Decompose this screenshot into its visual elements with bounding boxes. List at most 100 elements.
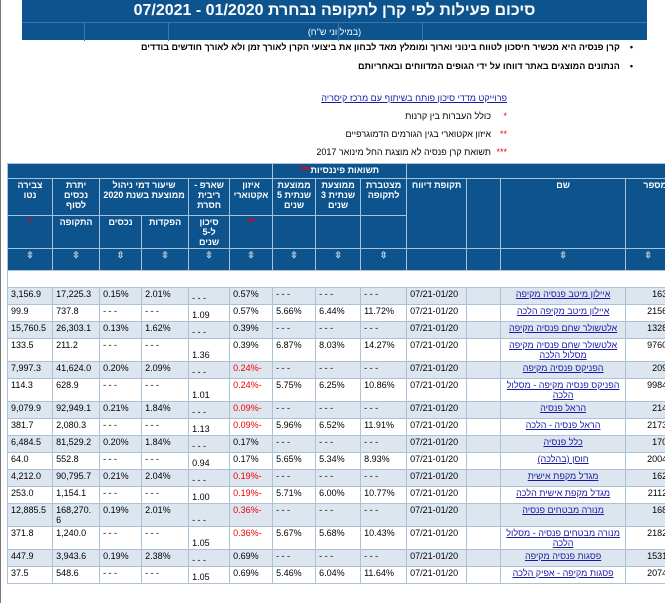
fund-link[interactable]: הפניקס פנסיה מקיפה - מסלול הלכה [507, 380, 620, 400]
fund-link[interactable]: פסגות פנסיה מקיפה [525, 551, 601, 561]
cell-period: 07/21-01/20 [406, 469, 468, 487]
cell-deposits: 2.01% [141, 287, 190, 305]
disclaimer-item: הנתונים המוצגים באתר דווחו על ידי הגופים… [141, 61, 633, 71]
cell-deposits: - - - [141, 418, 190, 436]
fund-link[interactable]: הראל פנסיה [540, 403, 586, 413]
col-name[interactable]: שם [500, 178, 627, 249]
sort-arrows-icon[interactable]: ⇳ [52, 248, 101, 271]
cell-cumulative: 10.86% [360, 378, 408, 402]
fund-link[interactable]: אלטשולר שחם פנסיה מקיפה [509, 323, 617, 333]
col-balance[interactable]: יתרת נכסים לסוף [52, 178, 101, 216]
cell-period: 07/21-01/20 [406, 526, 468, 550]
cell-avg5: - - - [272, 469, 317, 487]
fund-link[interactable]: חוסן (בהלכה) [538, 454, 589, 464]
cell-avg3: 6.25% [315, 378, 362, 402]
sort-arrows-icon[interactable]: ⇳ [360, 248, 408, 271]
table-row: 2112 מגדל מקפת אישית הלכה 07/21-01/20 10.77… [6, 486, 665, 504]
cell-assets: 0.21% [99, 401, 143, 419]
sort-arrows-icon[interactable]: ⇳ [500, 248, 627, 271]
cell-assets: - - - [99, 486, 143, 504]
cell-name: פסגות מקיפה - אפיק הלכה [500, 566, 627, 584]
fund-link[interactable]: פסגות מקיפה - אפיק הלכה [513, 568, 614, 578]
fund-link[interactable]: אלטשולר שחם פנסיה מקיפה מסלול הלכה [509, 340, 617, 360]
risk-project-link[interactable]: פרוייקט מדדי סיכון פותח בשיתוף עם מרכז ק… [316, 93, 507, 103]
cell-number: 1328 [625, 321, 665, 339]
table-row: 162 מגדל מקפת אישית 07/21-01/20- - -- - --… [6, 469, 665, 487]
fund-link[interactable]: כלל פנסיה [543, 437, 582, 447]
col-period[interactable]: תקופת דיווח [406, 178, 468, 249]
col-deposits[interactable]: הפקדות [141, 215, 190, 249]
cell-deposits: - - - [141, 378, 190, 402]
cell-net: 7,997.3 [6, 361, 54, 379]
sort-arrows-icon[interactable]: ⇳ [188, 248, 231, 271]
sort-arrows-icon[interactable]: ⇳ [141, 248, 190, 271]
cell-avg3: - - - [315, 435, 362, 453]
col-assets[interactable]: נכסים [99, 215, 143, 249]
cell-blank [466, 452, 502, 470]
sort-arrows-icon[interactable]: ⇳ [315, 248, 362, 271]
cell-assets: - - - [99, 338, 143, 362]
table-row: 1328 אלטשולר שחם פנסיה מקיפה 07/21-01/20- … [6, 321, 665, 339]
cell-actuarial: -0.24% [229, 378, 274, 402]
cell-sharpe: 1.00 [188, 486, 231, 504]
col-avg5[interactable]: ממוצעת שנתית 5 שנים [272, 178, 317, 216]
cell-actuarial: 0.39% [229, 338, 274, 362]
units-subtitle: (במיליוני ש"ח) [22, 22, 647, 41]
cell-balance: 90,795.7 [52, 469, 101, 487]
sort-cell-empty [466, 248, 502, 271]
spacer-row [6, 270, 665, 288]
sort-arrows-icon[interactable]: ⇳ [272, 248, 317, 271]
cell-period: 07/21-01/20 [406, 549, 468, 567]
col-actuarial[interactable]: איזון אקטוארי [229, 178, 274, 216]
table-row: 168 מנורה מבטחים פנסיה 07/21-01/20- - -- -… [6, 503, 665, 527]
cell-avg3: 6.04% [315, 566, 362, 584]
cell-sharpe: 0.94 [188, 452, 231, 470]
sort-arrows-icon[interactable]: ⇳ [625, 248, 665, 271]
cell-net: 371.8 [6, 526, 54, 550]
sort-arrows-icon[interactable]: ⇳ [6, 248, 54, 271]
cell-sharpe: 1.01 [188, 378, 231, 402]
fund-link[interactable]: איילון מיטב מקיפה הלכה [517, 306, 610, 316]
cell-period: 07/21-01/20 [406, 566, 468, 584]
cell-blank [466, 378, 502, 402]
fund-link[interactable]: מגדל מקפת אישית [528, 471, 599, 481]
cell-sharpe: - - - [188, 287, 231, 305]
sort-arrows-icon[interactable]: ⇳ [229, 248, 274, 271]
cell-period: 07/21-01/20 [406, 361, 468, 379]
sort-arrows-icon[interactable]: ⇳ [99, 248, 143, 271]
col-sharpe[interactable]: שארפ - ריבית חסרת [188, 178, 231, 216]
cell-cumulative: - - - [360, 469, 408, 487]
cell-name: מנורה מבטחים פנסיה - מסלול הלכה [500, 526, 627, 550]
cell-net: 133.5 [6, 338, 54, 362]
cell-blank [466, 549, 502, 567]
cell-cumulative: 14.27% [360, 338, 408, 362]
cell-number: 9984 [625, 378, 665, 402]
fund-link[interactable]: איילון מיטב פנסיה מקיפה [516, 289, 611, 299]
cell-avg3: - - - [315, 287, 362, 305]
cell-deposits: 2.01% [141, 503, 190, 527]
cell-avg3: - - - [315, 549, 362, 567]
col-number[interactable]: מספר [625, 178, 665, 249]
cell-blank [466, 287, 502, 305]
net-footnote-mark: * [6, 215, 54, 249]
col-net[interactable]: צבירה נטו [6, 178, 54, 216]
fund-link[interactable]: מנורה מבטחים פנסיה - מסלול הלכה [506, 528, 620, 548]
fund-link[interactable]: מנורה מבטחים פנסיה [522, 505, 604, 515]
fund-link[interactable]: הפניקס פנסיה מקיפה [523, 363, 604, 373]
cell-name: איילון מיטב פנסיה מקיפה [500, 287, 627, 305]
cell-balance: 1,240.0 [52, 526, 101, 550]
col-cumulative[interactable]: מצטברת לתקופה [360, 178, 408, 216]
cell-assets: 0.20% [99, 361, 143, 379]
cell-assets: 0.19% [99, 503, 143, 527]
fund-link[interactable]: מגדל מקפת אישית הלכה [516, 488, 610, 498]
cell-name: הראל פנסיה [500, 401, 627, 419]
cell-balance: 211.2 [52, 338, 101, 362]
header-spacer [406, 163, 665, 179]
cell-balance: 81,529.2 [52, 435, 101, 453]
cell-deposits: 2.38% [141, 549, 190, 567]
col-avg3[interactable]: ממוצעת שנתית 3 שנים [315, 178, 362, 216]
cell-balance: 548.6 [52, 566, 101, 584]
cell-number: 2112 [625, 486, 665, 504]
fund-link[interactable]: הראל פנסיה - הלכה [526, 420, 601, 430]
cell-deposits: - - - [141, 486, 190, 504]
